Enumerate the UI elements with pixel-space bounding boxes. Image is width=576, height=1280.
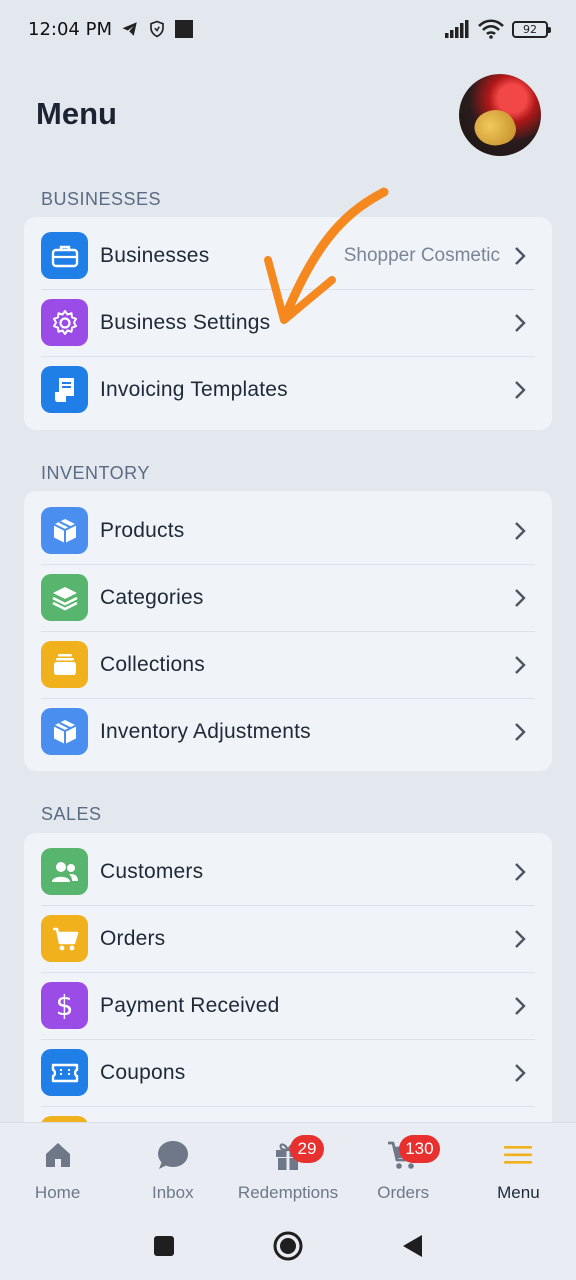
cart-icon: [41, 915, 88, 962]
menu-item-inventory-adjustments[interactable]: Inventory Adjustments: [24, 698, 552, 765]
status-right: 92: [444, 19, 551, 39]
chat-icon: [155, 1137, 191, 1173]
battery-level: 92: [523, 22, 537, 36]
dollar-icon: $: [41, 982, 88, 1029]
signal-icon: [445, 20, 469, 38]
status-time: 12:04 PM: [28, 18, 112, 40]
shield-icon: [150, 20, 164, 38]
menu-item-invoicing-templates[interactable]: Invoicing Templates: [24, 356, 552, 423]
bottom-nav: Home Inbox 29 Redemptions 130 Orders Men…: [0, 1122, 576, 1212]
box-icon: [41, 708, 88, 755]
status-bar: 12:04 PM 92: [0, 0, 576, 58]
menu-item-label: Customers: [100, 859, 204, 883]
chevron-right-icon: [515, 313, 526, 332]
section-label-sales: SALES: [41, 804, 102, 824]
menu-icon: [500, 1137, 536, 1173]
menu-item-payment-received[interactable]: $ Payment Received: [24, 972, 552, 1039]
inventory-card: Products Categories Collections Inventor…: [24, 491, 552, 771]
menu-item-label: Payment Received: [100, 993, 280, 1017]
nav-label: Redemptions: [237, 1183, 339, 1202]
telegram-icon: [122, 22, 137, 36]
receipt-icon: [41, 366, 88, 413]
gift-icon: 29: [270, 1135, 324, 1173]
chevron-right-icon: [515, 929, 526, 948]
nav-redemptions[interactable]: 29 Redemptions: [230, 1123, 345, 1212]
menu-item-label: Invoicing Templates: [100, 377, 288, 401]
chevron-right-icon: [515, 655, 526, 674]
nav-home[interactable]: Home: [0, 1123, 115, 1212]
briefcase-icon: [41, 232, 88, 279]
ticket-icon: [41, 1049, 88, 1096]
businesses-card: Businesses Shopper Cosmetic Business Set…: [24, 217, 552, 430]
dollar-glyph: $: [55, 989, 74, 1022]
chevron-right-icon: [515, 521, 526, 540]
home-icon: [40, 1137, 76, 1173]
orders-badge: 130: [399, 1135, 440, 1163]
menu-item-label: Products: [100, 518, 185, 542]
chevron-right-icon: [515, 380, 526, 399]
menu-item-label: Collections: [100, 652, 205, 676]
menu-item-label: Coupons: [100, 1060, 186, 1084]
system-nav-bar: [0, 1212, 576, 1280]
collection-icon: [41, 641, 88, 688]
gear-icon: [41, 299, 88, 346]
redemptions-badge: 29: [290, 1135, 324, 1163]
users-icon: [41, 848, 88, 895]
layers-icon: [41, 574, 88, 621]
status-left: 12:04 PM: [28, 19, 194, 40]
menu-item-coupons[interactable]: Coupons: [24, 1039, 552, 1106]
menu-item-customers[interactable]: Customers: [24, 838, 552, 905]
nav-label: Inbox: [152, 1183, 194, 1202]
avatar[interactable]: [459, 74, 541, 156]
wifi-icon: [478, 19, 504, 39]
nav-label: Orders: [377, 1183, 430, 1202]
menu-item-label: Orders: [100, 926, 166, 950]
nav-inbox[interactable]: Inbox: [115, 1123, 230, 1212]
recents-icon[interactable]: [152, 1234, 176, 1258]
home-circle-icon[interactable]: [272, 1230, 304, 1262]
section-label-inventory: INVENTORY: [41, 463, 150, 483]
notification-square-icon: [174, 20, 193, 38]
selected-business-value: Shopper Cosmetic: [343, 244, 500, 266]
menu-item-categories[interactable]: Categories: [24, 564, 552, 631]
menu-item-label: Categories: [100, 585, 204, 609]
chevron-right-icon: [515, 588, 526, 607]
menu-item-products[interactable]: Products: [24, 497, 552, 564]
menu-item-business-settings[interactable]: Business Settings: [24, 289, 552, 356]
menu-item-collections[interactable]: Collections: [24, 631, 552, 698]
nav-label: Menu: [497, 1183, 540, 1202]
back-icon[interactable]: [400, 1233, 424, 1259]
nav-label: Home: [34, 1183, 81, 1202]
avatar-image-detail: [470, 104, 520, 152]
menu-item-orders[interactable]: Orders: [24, 905, 552, 972]
menu-item-label: Businesses: [100, 243, 210, 267]
chevron-right-icon: [515, 1063, 526, 1082]
chevron-right-icon: [515, 996, 526, 1015]
sales-card: Customers Orders $ Payment Received Coup…: [24, 833, 552, 1133]
chevron-right-icon: [515, 722, 526, 741]
menu-item-businesses[interactable]: Businesses Shopper Cosmetic: [24, 222, 552, 289]
chevron-right-icon: [515, 862, 526, 881]
cart-icon: 130: [385, 1135, 440, 1173]
menu-item-label: Inventory Adjustments: [100, 719, 311, 743]
box-icon: [41, 507, 88, 554]
section-label-businesses: BUSINESSES: [41, 189, 162, 209]
menu-item-label: Business Settings: [100, 310, 271, 334]
battery-indicator: 92: [512, 20, 551, 38]
page-title: Menu: [36, 96, 117, 131]
nav-orders[interactable]: 130 Orders: [346, 1123, 461, 1212]
chevron-right-icon: [515, 246, 526, 265]
nav-menu[interactable]: Menu: [461, 1123, 576, 1212]
